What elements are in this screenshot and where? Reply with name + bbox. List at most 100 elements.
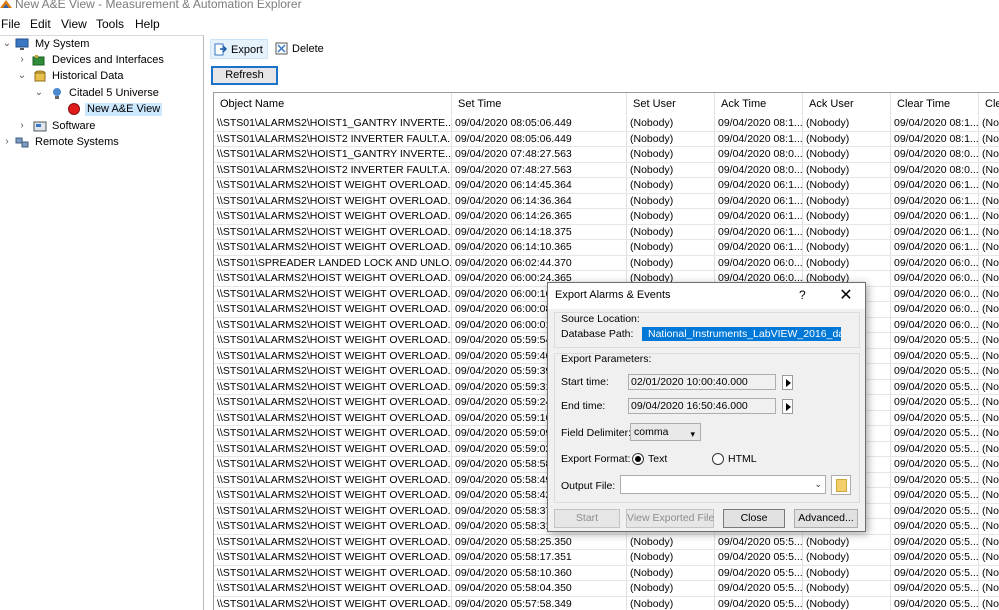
cell-clear-user: (Nob: [979, 163, 999, 178]
cell-clear-time: 09/04/2020 05:5...: [891, 395, 979, 411]
delete-button[interactable]: Delete: [272, 39, 324, 59]
cell-set-time: 09/04/2020 06:14:45.364: [452, 178, 627, 194]
menu-help[interactable]: Help: [135, 17, 160, 31]
cell-clear-time: 09/04/2020 05:5...: [891, 472, 979, 488]
cell-set-user: (Nobody): [627, 240, 715, 256]
cell-clear-user: (Nob: [979, 473, 999, 488]
close-icon[interactable]: ✕: [837, 285, 855, 305]
table-row[interactable]: \\STS01\ALARMS2\HOIST1_GANTRY INVERTE...…: [214, 147, 999, 163]
cell-set-time: 09/04/2020 08:05:06.449: [452, 131, 627, 147]
table-row[interactable]: \\STS01\SPREADER LANDED LOCK AND UNLO...…: [214, 255, 999, 271]
universe-icon: [53, 88, 61, 99]
column-header-ack-user[interactable]: Ack User: [803, 93, 891, 115]
menu-edit[interactable]: Edit: [30, 17, 51, 31]
cell-object-name: \\STS01\ALARMS2\HOIST2 INVERTER FAULT.A.…: [214, 131, 452, 147]
cell-object-name: \\STS01\ALARMS2\HOIST WEIGHT OVERLOAD...: [214, 596, 452, 610]
menu-view[interactable]: View: [61, 17, 87, 31]
collapse-arrow-icon[interactable]: ⌄: [17, 70, 27, 82]
table-row[interactable]: \\STS01\ALARMS2\HOIST WEIGHT OVERLOAD...…: [214, 193, 999, 209]
expand-arrow-icon[interactable]: ›: [17, 54, 27, 66]
chevron-down-icon: ▾: [690, 429, 695, 439]
cell-object-name: \\STS01\ALARMS2\HOIST WEIGHT OVERLOAD...: [214, 457, 452, 473]
cell-clear-user: (Nob: [979, 535, 999, 550]
table-row[interactable]: \\STS01\ALARMS2\HOIST WEIGHT OVERLOAD...…: [214, 534, 999, 550]
table-row[interactable]: \\STS01\ALARMS2\HOIST WEIGHT OVERLOAD...…: [214, 224, 999, 240]
help-button[interactable]: ?: [799, 288, 806, 302]
cell-set-time: 09/04/2020 06:02:44.370: [452, 255, 627, 271]
table-row[interactable]: \\STS01\ALARMS2\HOIST WEIGHT OVERLOAD...…: [214, 550, 999, 566]
cell-clear-time: 09/04/2020 05:5...: [891, 581, 979, 597]
cell-set-user: (Nobody): [627, 178, 715, 194]
cell-clear-user: (Nob: [979, 225, 999, 240]
advanced-button[interactable]: Advanced...: [794, 509, 858, 528]
database-path-field[interactable]: National_Instruments_LabVIEW_2016_data: [642, 327, 841, 341]
column-header-ack-time[interactable]: Ack Time: [715, 93, 803, 115]
table-row[interactable]: \\STS01\ALARMS2\HOIST WEIGHT OVERLOAD...…: [214, 596, 999, 610]
column-header-clear-user[interactable]: Cle: [979, 93, 999, 115]
table-row[interactable]: \\STS01\ALARMS2\HOIST WEIGHT OVERLOAD...…: [214, 178, 999, 194]
cell-ack-time: 09/04/2020 06:1...: [715, 209, 803, 225]
output-file-combobox[interactable]: ⌄: [620, 475, 826, 494]
collapse-arrow-icon[interactable]: ⌄: [34, 87, 44, 99]
cell-clear-user: (Nob: [979, 333, 999, 349]
format-html-radio[interactable]: [712, 453, 724, 465]
cell-object-name: \\STS01\ALARMS2\HOIST WEIGHT OVERLOAD...: [214, 302, 452, 318]
column-header-clear-time[interactable]: Clear Time: [891, 93, 979, 115]
format-html-label: HTML: [728, 453, 757, 465]
cell-object-name: \\STS01\ALARMS2\HOIST WEIGHT OVERLOAD...: [214, 178, 452, 194]
table-row[interactable]: \\STS01\ALARMS2\HOIST WEIGHT OVERLOAD...…: [214, 565, 999, 581]
cell-ack-user: (Nobody): [803, 224, 891, 240]
field-delimiter-label: Field Delimiter:: [561, 427, 632, 439]
cell-object-name: \\STS01\ALARMS2\HOIST WEIGHT OVERLOAD...: [214, 193, 452, 209]
cell-clear-user: (Nob: [979, 380, 999, 395]
expand-arrow-icon[interactable]: ›: [2, 136, 12, 148]
table-row[interactable]: \\STS01\ALARMS2\HOIST2 INVERTER FAULT.A.…: [214, 131, 999, 147]
table-row[interactable]: \\STS01\ALARMS2\HOIST WEIGHT OVERLOAD...…: [214, 581, 999, 597]
cell-ack-time: 09/04/2020 08:1...: [715, 116, 803, 132]
delete-label: Delete: [292, 43, 324, 55]
menu-tools[interactable]: Tools: [96, 17, 124, 31]
table-row[interactable]: \\STS01\ALARMS2\HOIST2 INVERTER FAULT.A.…: [214, 162, 999, 178]
end-time-label: End time:: [561, 400, 606, 412]
cell-ack-time: 09/04/2020 06:1...: [715, 193, 803, 209]
cell-ack-user: (Nobody): [803, 116, 891, 132]
expand-arrow-icon[interactable]: ›: [17, 120, 27, 132]
table-row[interactable]: \\STS01\ALARMS2\HOIST WEIGHT OVERLOAD...…: [214, 209, 999, 225]
cell-ack-time: 09/04/2020 05:5...: [715, 550, 803, 566]
end-time-field[interactable]: 09/04/2020 16:50:46.000: [628, 398, 776, 414]
cell-clear-time: 09/04/2020 06:1...: [891, 178, 979, 194]
cell-clear-time: 09/04/2020 05:5...: [891, 426, 979, 442]
cell-clear-time: 09/04/2020 06:1...: [891, 224, 979, 240]
menu-file[interactable]: File: [1, 17, 20, 31]
browse-button[interactable]: [831, 475, 851, 495]
cell-ack-time: 09/04/2020 08:0...: [715, 162, 803, 178]
cell-clear-user: (Nob: [979, 271, 999, 287]
start-time-field[interactable]: 02/01/2020 10:00:40.000: [628, 374, 776, 390]
cell-object-name: \\STS01\ALARMS2\HOIST WEIGHT OVERLOAD...: [214, 550, 452, 566]
export-button[interactable]: Export: [210, 39, 268, 59]
column-header-set-user[interactable]: Set User: [627, 93, 715, 115]
dialog-title: Export Alarms & Events: [555, 289, 671, 301]
cell-set-time: 09/04/2020 06:14:18.375: [452, 224, 627, 240]
column-header-set-time[interactable]: Set Time: [452, 93, 627, 115]
close-button[interactable]: Close: [723, 509, 785, 528]
column-header-object-name[interactable]: Object Name: [214, 93, 452, 115]
cell-object-name: \\STS01\ALARMS2\HOIST WEIGHT OVERLOAD...: [214, 379, 452, 395]
table-row[interactable]: \\STS01\ALARMS2\HOIST1_GANTRY INVERTE...…: [214, 116, 999, 132]
refresh-button[interactable]: Refresh: [211, 66, 278, 85]
end-time-picker-icon[interactable]: [782, 399, 793, 414]
cell-object-name: \\STS01\ALARMS2\HOIST WEIGHT OVERLOAD...: [214, 426, 452, 442]
start-time-picker-icon[interactable]: [782, 375, 793, 390]
cell-set-user: (Nobody): [627, 550, 715, 566]
cell-clear-time: 09/04/2020 05:5...: [891, 488, 979, 504]
cell-clear-time: 09/04/2020 06:0...: [891, 271, 979, 287]
field-delimiter-select[interactable]: comma ▾: [630, 423, 701, 441]
table-row[interactable]: \\STS01\ALARMS2\HOIST WEIGHT OVERLOAD...…: [214, 240, 999, 256]
collapse-arrow-icon[interactable]: ⌄: [2, 38, 12, 50]
export-icon: [214, 43, 227, 56]
cell-set-user: (Nobody): [627, 596, 715, 610]
format-text-radio[interactable]: [632, 453, 644, 465]
cell-object-name: \\STS01\ALARMS2\HOIST WEIGHT OVERLOAD...: [214, 472, 452, 488]
start-button[interactable]: Start: [554, 509, 620, 528]
view-exported-file-button[interactable]: View Exported File: [626, 509, 714, 528]
